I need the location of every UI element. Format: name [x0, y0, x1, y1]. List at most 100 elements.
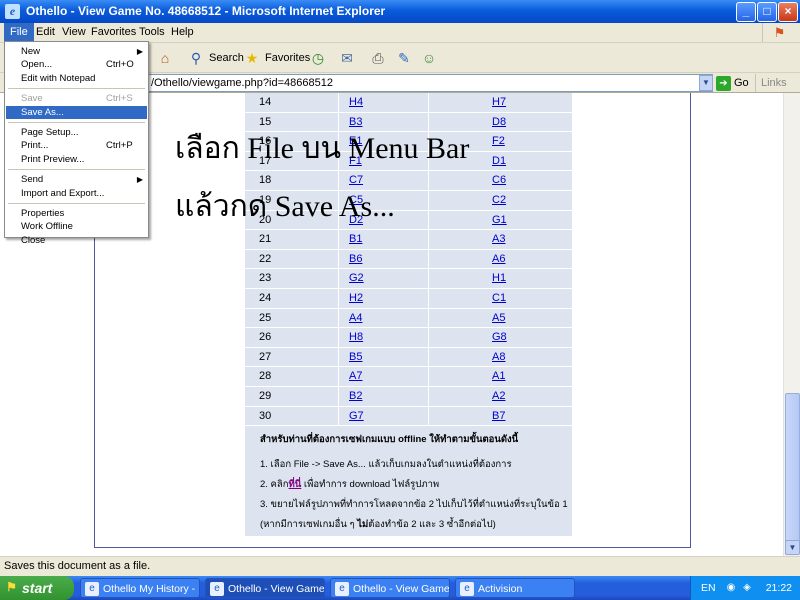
move-number: 27	[259, 350, 272, 363]
black-move-link[interactable]: B5	[349, 348, 362, 368]
taskbar-button[interactable]: e Activision	[455, 578, 575, 598]
white-move-link[interactable]: H1	[492, 269, 506, 289]
file-menu-item-page-setup[interactable]: Page Setup...	[6, 126, 147, 139]
white-move-link[interactable]: B7	[492, 407, 505, 427]
search-icon: ⚲	[190, 50, 202, 66]
taskbar-button[interactable]: e Othello - View Game ...	[330, 578, 450, 598]
ie-icon: e	[460, 582, 474, 596]
move-number: 22	[259, 252, 272, 265]
task-label: Othello - View Game ...	[353, 583, 450, 595]
file-menu-item-open[interactable]: Open... Ctrl+O	[6, 58, 147, 71]
table-row: 23 G2 H1	[245, 269, 572, 289]
file-menu-item-properties[interactable]: Properties	[6, 207, 147, 220]
windows-logo-icon: ⚑	[762, 23, 796, 42]
black-move-link[interactable]: A4	[349, 309, 362, 329]
task-label: Othello - View Game ...	[228, 583, 325, 595]
black-move-link[interactable]: H2	[349, 289, 363, 309]
favorites-button[interactable]: ★ Favorites	[242, 46, 311, 70]
move-number: 30	[259, 409, 272, 422]
maximize-button[interactable]: □	[757, 2, 777, 22]
file-menu-item-import-and-export[interactable]: Import and Export...	[6, 187, 147, 200]
menu-item-label: Print Preview...	[21, 153, 85, 165]
table-row: 27 B5 A8	[245, 348, 572, 368]
move-number: 25	[259, 311, 272, 324]
black-move-link[interactable]: A7	[349, 367, 362, 387]
white-move-link[interactable]: C6	[492, 171, 506, 191]
white-move-link[interactable]: A1	[492, 367, 505, 387]
black-move-link[interactable]: G7	[349, 407, 364, 427]
go-label: Go	[734, 77, 749, 89]
volume-icon[interactable]: ◈	[741, 582, 753, 594]
edit-button[interactable]: ✎	[394, 46, 414, 70]
white-move-link[interactable]: D1	[492, 152, 506, 172]
system-tray: EN ◉ ◈ 21:22	[690, 576, 800, 600]
menu-item-label: Send	[21, 174, 44, 186]
status-text: Saves this document as a file.	[4, 560, 151, 572]
clock: 21:22	[765, 582, 792, 594]
file-menu-item-print[interactable]: Print... Ctrl+P	[6, 139, 147, 152]
messenger-button[interactable]: ☺	[419, 46, 439, 70]
step-2-suffix: เพื่อทำการ download ไฟล์รูปภาพ	[301, 479, 440, 490]
white-move-link[interactable]: C2	[492, 191, 506, 211]
minimize-button[interactable]: _	[736, 2, 756, 22]
mail-icon: ✉	[341, 50, 353, 66]
white-move-link[interactable]: F2	[492, 132, 505, 152]
white-move-link[interactable]: A8	[492, 348, 505, 368]
file-menu-item-new[interactable]: New ▶	[6, 45, 147, 58]
mail-button[interactable]: ✉	[337, 46, 357, 70]
white-move-link[interactable]: A3	[492, 230, 505, 250]
menu-separator	[8, 88, 145, 90]
language-indicator[interactable]: EN	[701, 576, 716, 600]
white-move-link[interactable]: A5	[492, 309, 505, 329]
menu-help[interactable]: Help	[165, 23, 200, 42]
black-move-link[interactable]: H4	[349, 93, 363, 113]
black-move-link[interactable]: G2	[349, 269, 364, 289]
file-menu-item-work-offline[interactable]: Work Offline	[6, 220, 147, 233]
scroll-thumb[interactable]	[785, 393, 800, 551]
search-button[interactable]: ⚲ Search	[186, 46, 244, 70]
white-move-link[interactable]: G1	[492, 211, 507, 231]
white-move-link[interactable]: A2	[492, 387, 505, 407]
menu-bar: File Edit View Favorites Tools Help ⚑	[0, 23, 800, 43]
step-2-prefix: 2. คลิก	[260, 479, 289, 490]
table-row: 22 B6 A6	[245, 250, 572, 270]
status-bar: Saves this document as a file.	[0, 556, 800, 576]
black-move-link[interactable]: H8	[349, 328, 363, 348]
go-arrow-icon: ➔	[716, 75, 731, 91]
links-button[interactable]: Links	[755, 74, 787, 92]
black-move-link[interactable]: B6	[349, 250, 362, 270]
white-move-link[interactable]: D8	[492, 113, 506, 133]
scroll-down-icon[interactable]: ▼	[785, 540, 800, 555]
ie-icon: e	[210, 582, 224, 596]
white-move-link[interactable]: A6	[492, 250, 505, 270]
print-button[interactable]: ⎙	[368, 46, 388, 70]
file-menu-item-save-as[interactable]: Save As...	[6, 105, 147, 119]
table-row: 24 H2 C1	[245, 289, 572, 309]
taskbar-button[interactable]: e Othello - View Game ...	[205, 578, 325, 598]
window-title-bar[interactable]: e Othello - View Game No. 48668512 - Mic…	[0, 0, 800, 23]
vertical-scrollbar[interactable]: ▼	[783, 93, 800, 556]
history-button[interactable]: ◷	[308, 46, 328, 70]
white-move-link[interactable]: G8	[492, 328, 507, 348]
close-button[interactable]: ×	[778, 2, 798, 22]
address-input[interactable]: /Othello/viewgame.php?id=48668512	[148, 74, 713, 92]
black-move-link[interactable]: B2	[349, 387, 362, 407]
file-menu-item-print-preview[interactable]: Print Preview...	[6, 153, 147, 166]
file-menu-item-edit-with-notepad[interactable]: Edit with Notepad	[6, 72, 147, 85]
taskbar-button[interactable]: e Othello My History - ...	[80, 578, 200, 598]
download-link[interactable]: ที่นี่	[289, 479, 302, 490]
file-menu-item-send[interactable]: Send ▶	[6, 173, 147, 186]
file-menu-item-close[interactable]: Close	[6, 234, 147, 247]
submenu-arrow-icon: ▶	[136, 47, 143, 56]
white-move-link[interactable]: H7	[492, 93, 506, 113]
home-button[interactable]: ⌂	[155, 46, 175, 70]
network-icon[interactable]: ◉	[725, 582, 737, 594]
go-button[interactable]: ➔ Go	[716, 74, 749, 92]
printer-icon: ⎙	[372, 50, 384, 66]
menu-item-shortcut: Ctrl+O	[106, 59, 134, 71]
white-move-link[interactable]: C1	[492, 289, 506, 309]
start-button[interactable]: ⚑ start	[0, 576, 74, 600]
messenger-icon: ☺	[421, 50, 437, 66]
address-dropdown-icon[interactable]: ▼	[699, 75, 713, 91]
menu-item-label: Close	[21, 234, 46, 246]
